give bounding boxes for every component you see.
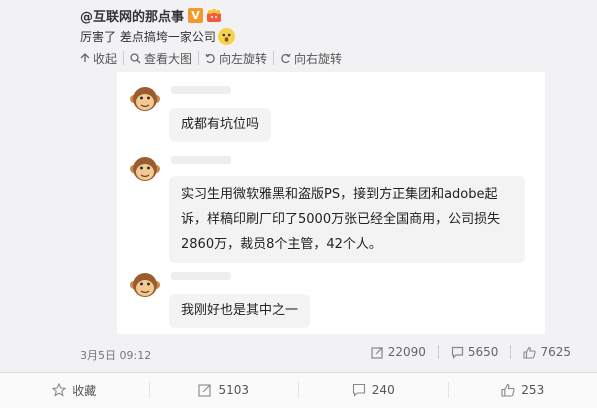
image-toolbar: 收起 查看大图 向左旋转 向右旋转 [80,51,348,66]
verified-badge-icon: V [188,8,204,23]
chat-message-text: 成都有坑位吗 [181,117,260,132]
comment-icon [451,346,464,359]
rotate-right-button[interactable]: 向右旋转 [274,51,348,66]
view-large-button[interactable]: 查看大图 [124,51,200,66]
author-name[interactable]: @互联网的那点事 [80,6,184,25]
favorite-label: 收藏 [72,383,97,398]
post-text: 厉害了 差点搞垮一家公司 [80,28,235,45]
star-icon [52,383,67,397]
like-action-count: 253 [521,383,545,397]
monkey-avatar-icon [129,270,161,302]
monkey-avatar-icon [129,154,161,186]
repost-icon [371,346,383,359]
comment-icon [352,383,365,397]
weibo-card: @互联网的那点事 V 厉害了 差点搞垮一家公司 收起 查看大图 向左旋转 向右旋… [0,0,597,372]
monkey-avatar-icon [129,84,161,116]
comment-count: 5650 [467,345,499,359]
chat-message-line: 诉，样稿印刷厂印了5000万张已经全国商用，公司损失 [181,212,501,227]
crown-icon [206,8,222,23]
rotate-right-label: 向右旋转 [294,51,343,66]
chat-message-line: 实习生用微软雅黑和盗版PS，接到方正集团和adobe起 [181,187,498,202]
rotate-left-button[interactable]: 向左旋转 [199,51,275,66]
favorite-button[interactable]: 收藏 [0,382,149,398]
post-body: 厉害了 差点搞垮一家公司 [80,30,216,44]
rotate-right-icon [281,53,291,63]
repost-count: 22090 [387,345,426,359]
comment-button[interactable]: 240 [298,382,448,398]
repost-action-count: 5103 [218,383,250,397]
rotate-left-label: 向左旋转 [219,51,268,66]
chat-message-text: 我刚好也是其中之一 [181,303,299,318]
repost-button[interactable]: 5103 [148,382,299,398]
chat-message-bubble: 我刚好也是其中之一 [169,294,311,328]
view-large-label: 查看大图 [144,51,193,66]
like-stat[interactable]: 7625 [510,345,583,359]
chat-message-bubble: 实习生用微软雅黑和盗版PS，接到方正集团和adobe起 诉，样稿印刷厂印了500… [169,176,525,263]
thumbs-up-icon [501,383,515,397]
collapse-icon [80,53,90,62]
shocked-face-emoji-icon [217,28,235,45]
like-count: 7625 [540,345,571,359]
collapse-label: 收起 [93,51,118,66]
blurred-username [171,156,231,164]
repost-icon [198,384,212,397]
post-stats: 22090 5650 7625 [359,345,583,359]
comment-stat[interactable]: 5650 [437,345,511,359]
chat-message-line: 2860万，裁员8个主管，42个人。 [181,237,382,252]
comment-action-count: 240 [371,383,395,397]
collapse-button[interactable]: 收起 [80,51,125,66]
repost-stat[interactable]: 22090 [359,345,438,359]
author-line: @互联网的那点事 V [80,6,222,25]
chat-screenshot-image[interactable]: 成都有坑位吗 实习生用微软雅黑和盗版PS，接到方正集团和adobe起 诉，样稿印… [117,72,545,334]
action-bar: 收藏 5103 240 253 [0,372,597,408]
thumbs-up-icon [523,346,537,359]
blurred-username [171,272,231,280]
rotate-left-icon [205,53,215,63]
chat-message-bubble: 成都有坑位吗 [169,108,272,142]
post-date[interactable]: 3月5日 09:12 [80,347,151,363]
blurred-username [171,86,231,94]
search-icon [130,52,141,63]
like-button[interactable]: 253 [447,382,597,398]
